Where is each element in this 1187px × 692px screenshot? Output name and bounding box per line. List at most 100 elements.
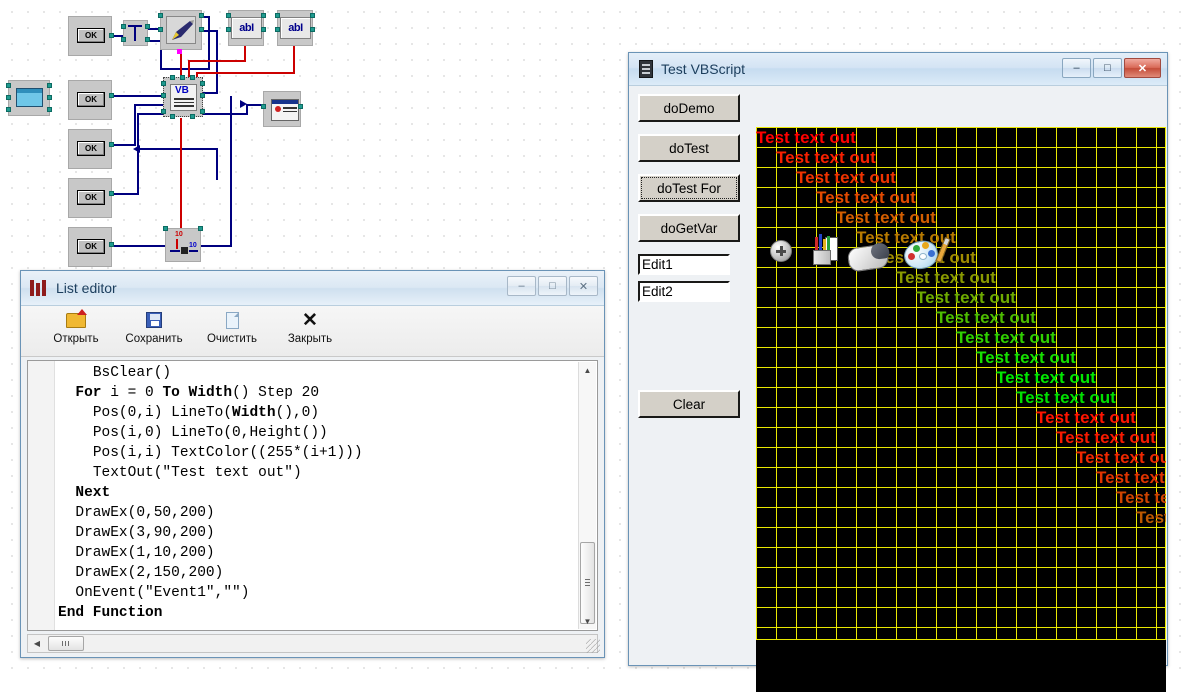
node-port[interactable] (109, 33, 114, 38)
pencil-cup-icon (810, 234, 838, 265)
ok-button-icon: OK (77, 28, 105, 43)
node-port[interactable] (226, 13, 231, 18)
node-port[interactable] (47, 107, 52, 112)
vertical-scroll-thumb[interactable] (580, 542, 595, 624)
list-editor-title: List editor (56, 280, 117, 296)
test-vbscript-window[interactable]: Test VBScript – □ ✕ doDemo doTest doTest… (628, 52, 1168, 692)
diagram-node-ok-1[interactable]: OK (68, 16, 114, 56)
node-port[interactable] (199, 13, 204, 18)
node-port[interactable] (200, 109, 205, 114)
diagram-node-ok-4[interactable]: OK (68, 178, 114, 218)
node-port[interactable] (199, 27, 204, 32)
node-port[interactable] (200, 93, 205, 98)
node-port[interactable] (6, 95, 11, 100)
node-port[interactable] (6, 83, 11, 88)
node-port[interactable] (158, 27, 163, 32)
do-demo-button[interactable]: doDemo (638, 94, 740, 122)
do-get-var-button[interactable]: doGetVar (638, 214, 740, 242)
node-port[interactable] (121, 24, 126, 29)
vbscript-titlebar[interactable]: Test VBScript – □ ✕ (629, 53, 1167, 86)
node-port[interactable] (170, 75, 175, 80)
edit2-field[interactable]: Edit2 (638, 281, 730, 302)
code-line: DrawEx(1,10,200) (75, 545, 215, 561)
node-port[interactable] (261, 104, 266, 109)
diagram-node-vbscript[interactable]: VB (161, 75, 205, 119)
node-port[interactable] (145, 37, 150, 42)
node-port[interactable] (109, 142, 114, 147)
diagram-node-ok-2[interactable]: OK (68, 80, 114, 120)
node-port[interactable] (109, 191, 114, 196)
horizontal-scroll-thumb[interactable] (48, 636, 84, 651)
list-editor-window-buttons[interactable]: – □ ✕ (507, 276, 598, 296)
clear-button[interactable]: Clear (638, 390, 740, 418)
scroll-up-arrow[interactable]: ▲ (579, 362, 596, 378)
list-editor-toolbar[interactable]: Открыть Сохранить Очистить ✕ Закрыть (21, 306, 604, 357)
node-port[interactable] (6, 107, 11, 112)
code-editor-area[interactable]: BsClear() For i = 0 To Width() Step 20 P… (27, 360, 598, 631)
toolbar-save-button[interactable]: Сохранить (115, 308, 193, 345)
maximize-button[interactable]: □ (538, 276, 567, 296)
scroll-left-arrow[interactable]: ◀ (29, 636, 45, 651)
new-page-icon (193, 308, 271, 332)
node-port[interactable] (161, 81, 166, 86)
minimize-button[interactable]: – (1062, 58, 1091, 78)
node-port[interactable] (310, 13, 315, 18)
node-port[interactable] (121, 37, 126, 42)
node-port[interactable] (47, 95, 52, 100)
node-port[interactable] (226, 27, 231, 32)
node-port[interactable] (145, 24, 150, 29)
editor-horizontal-scrollbar[interactable]: ◀ (27, 634, 598, 653)
toolbar-clear-button[interactable]: Очистить (193, 308, 271, 345)
node-port[interactable] (47, 83, 52, 88)
node-port[interactable] (109, 93, 114, 98)
node-port[interactable] (198, 226, 203, 231)
toolbar-close-button[interactable]: ✕ Закрыть (271, 308, 349, 346)
node-port[interactable] (261, 13, 266, 18)
node-port[interactable] (190, 114, 195, 119)
node-port[interactable] (180, 75, 185, 80)
node-port[interactable] (275, 27, 280, 32)
node-port[interactable] (310, 27, 315, 32)
node-port[interactable] (190, 75, 195, 80)
canvas-text-line: Test text out (976, 348, 1076, 367)
vbscript-button-column: doDemo doTest doTest For doGetVar Edit1 … (638, 94, 740, 430)
toolbar-open-button[interactable]: Открыть (37, 308, 115, 345)
minimize-button[interactable]: – (507, 276, 536, 296)
wire-red (196, 72, 295, 74)
close-button[interactable]: ✕ (569, 276, 598, 296)
vbscript-output-canvas[interactable]: Test text out Test text out Test text out T… (756, 127, 1166, 640)
close-button[interactable]: ✕ (1124, 58, 1161, 78)
diagram-node-coordinate[interactable]: 10 10 (163, 226, 203, 262)
node-port[interactable] (200, 81, 205, 86)
maximize-button[interactable]: □ (1093, 58, 1122, 78)
diagram-node-ok-5[interactable]: OK (68, 227, 114, 267)
node-port[interactable] (163, 226, 168, 231)
diagram-node-document[interactable] (261, 91, 303, 127)
node-port[interactable] (275, 13, 280, 18)
node-port[interactable] (109, 242, 114, 247)
node-port[interactable] (298, 104, 303, 109)
list-editor-window[interactable]: List editor – □ ✕ Открыть Сохранить Очис… (20, 270, 605, 658)
node-port[interactable] (170, 114, 175, 119)
diagram-node-window[interactable] (6, 80, 52, 116)
canvas-text-line: Test text out (816, 188, 916, 207)
diagram-node-junction[interactable] (121, 20, 150, 46)
node-port[interactable] (158, 13, 163, 18)
resize-grip[interactable] (586, 639, 600, 653)
diagram-node-edit-2[interactable]: abI (275, 10, 315, 46)
do-test-for-button[interactable]: doTest For (638, 174, 740, 202)
editor-vertical-scrollbar[interactable]: ▲ ▼ (578, 362, 596, 629)
do-test-button[interactable]: doTest (638, 134, 740, 162)
diagram-node-edit-1[interactable]: abI (226, 10, 266, 46)
wire-arrow (133, 145, 140, 153)
edit1-field[interactable]: Edit1 (638, 254, 730, 275)
node-port[interactable] (161, 93, 166, 98)
diagram-node-ok-3[interactable]: OK (68, 129, 114, 169)
diagram-node-pen[interactable] (158, 10, 204, 54)
node-port[interactable] (261, 27, 266, 32)
code-text[interactable]: BsClear() For i = 0 To Width() Step 20 P… (58, 363, 577, 630)
node-port[interactable] (161, 109, 166, 114)
vbscript-window-buttons[interactable]: – □ ✕ (1062, 58, 1161, 78)
list-editor-titlebar[interactable]: List editor – □ ✕ (21, 271, 604, 306)
scroll-down-arrow[interactable]: ▼ (579, 613, 596, 629)
